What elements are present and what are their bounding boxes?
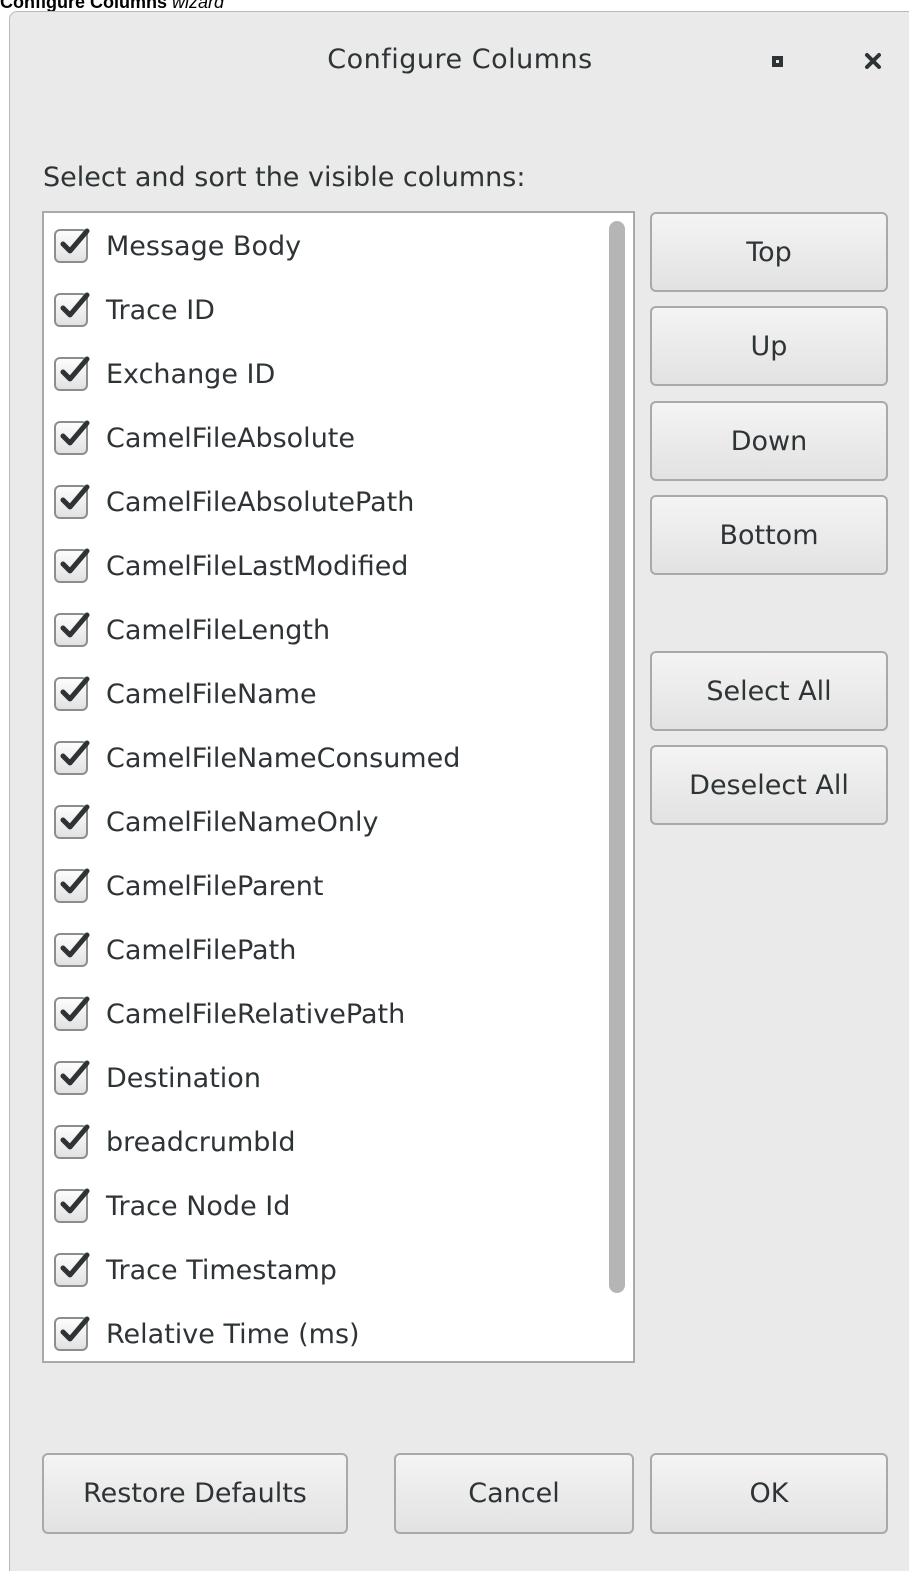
check-icon [60,1316,90,1342]
check-icon [60,804,90,830]
maximize-icon[interactable] [762,46,792,76]
column-checkbox[interactable] [54,1124,90,1159]
column-checkbox[interactable] [54,612,90,647]
list-item[interactable]: CamelFileLastModified [44,537,604,601]
column-label: CamelFileAbsolute [106,423,355,454]
column-checkbox[interactable] [54,932,90,967]
column-checkbox[interactable] [54,548,90,583]
list-item[interactable]: CamelFileAbsolutePath [44,473,604,537]
column-label: CamelFileName [106,679,317,710]
close-icon[interactable] [858,46,888,76]
list-item[interactable]: CamelFileParent [44,857,604,921]
column-label: CamelFileParent [106,871,324,902]
column-checkbox[interactable] [54,868,90,903]
column-checkbox[interactable] [54,1316,90,1351]
column-checkbox[interactable] [54,804,90,839]
column-label: CamelFileLength [106,615,331,646]
check-icon [60,356,90,382]
column-label: CamelFileNameConsumed [106,743,461,774]
deselect-all-button[interactable]: Deselect All [650,745,888,825]
check-icon [60,932,90,958]
column-checkbox[interactable] [54,996,90,1031]
check-icon [60,612,90,638]
column-checkbox[interactable] [54,1188,90,1223]
ok-button[interactable]: OK [650,1453,888,1534]
list-item[interactable]: Message Body [44,217,604,281]
check-icon [60,676,90,702]
column-label: CamelFileAbsolutePath [106,487,415,518]
instruction-label: Select and sort the visible columns: [43,162,526,193]
column-checkbox[interactable] [54,420,90,455]
list-item[interactable]: Destination [44,1049,604,1113]
check-icon [60,548,90,574]
check-icon [60,740,90,766]
select-all-button[interactable]: Select All [650,651,888,731]
list-item[interactable]: Trace Timestamp [44,1241,604,1305]
column-label: Trace Node Id [106,1191,291,1222]
column-label: Trace ID [106,295,215,326]
list-item[interactable]: CamelFileAbsolute [44,409,604,473]
columns-list[interactable]: Message Body Trace ID Exchange ID CamelFile… [42,211,635,1363]
column-label: CamelFilePath [106,935,297,966]
list-item[interactable]: Relative Time (ms) [44,1305,604,1361]
column-label: Exchange ID [106,359,276,390]
move-up-button[interactable]: Up [650,306,888,386]
move-down-button[interactable]: Down [650,401,888,481]
column-checkbox[interactable] [54,740,90,775]
list-item[interactable]: CamelFilePath [44,921,604,985]
check-icon [60,1124,90,1150]
configure-columns-dialog: Configure Columns Select and sort the vi… [9,11,909,1571]
list-item[interactable]: breadcrumbId [44,1113,604,1177]
column-checkbox[interactable] [54,1060,90,1095]
column-label: CamelFileRelativePath [106,999,406,1030]
restore-defaults-button[interactable]: Restore Defaults [42,1453,348,1534]
check-icon [60,996,90,1022]
column-checkbox[interactable] [54,292,90,327]
move-bottom-button[interactable]: Bottom [650,495,888,575]
check-icon [60,292,90,318]
list-item[interactable]: CamelFileName [44,665,604,729]
column-checkbox[interactable] [54,676,90,711]
column-checkbox[interactable] [54,1252,90,1287]
column-label: Relative Time (ms) [106,1319,360,1350]
column-label: CamelFileLastModified [106,551,409,582]
column-checkbox[interactable] [54,228,90,263]
list-scrollbar[interactable] [609,213,633,1361]
column-label: Message Body [106,231,302,262]
cancel-button[interactable]: Cancel [394,1453,634,1534]
check-icon [60,1188,90,1214]
column-label: Trace Timestamp [106,1255,337,1286]
scrollbar-thumb[interactable] [609,221,625,1293]
column-checkbox[interactable] [54,484,90,519]
column-checkbox[interactable] [54,356,90,391]
column-label: CamelFileNameOnly [106,807,379,838]
list-item[interactable]: CamelFileRelativePath [44,985,604,1049]
list-item[interactable]: Trace ID [44,281,604,345]
list-item[interactable]: CamelFileNameOnly [44,793,604,857]
list-item[interactable]: CamelFileNameConsumed [44,729,604,793]
check-icon [60,1060,90,1086]
title-bar[interactable]: Configure Columns [10,12,910,112]
column-label: breadcrumbId [106,1127,296,1158]
check-icon [60,420,90,446]
check-icon [60,228,90,254]
check-icon [60,1252,90,1278]
check-icon [60,868,90,894]
check-icon [60,484,90,510]
move-top-button[interactable]: Top [650,212,888,292]
list-item[interactable]: Trace Node Id [44,1177,604,1241]
column-label: Destination [106,1063,261,1094]
list-item[interactable]: CamelFileLength [44,601,604,665]
list-item[interactable]: Exchange ID [44,345,604,409]
